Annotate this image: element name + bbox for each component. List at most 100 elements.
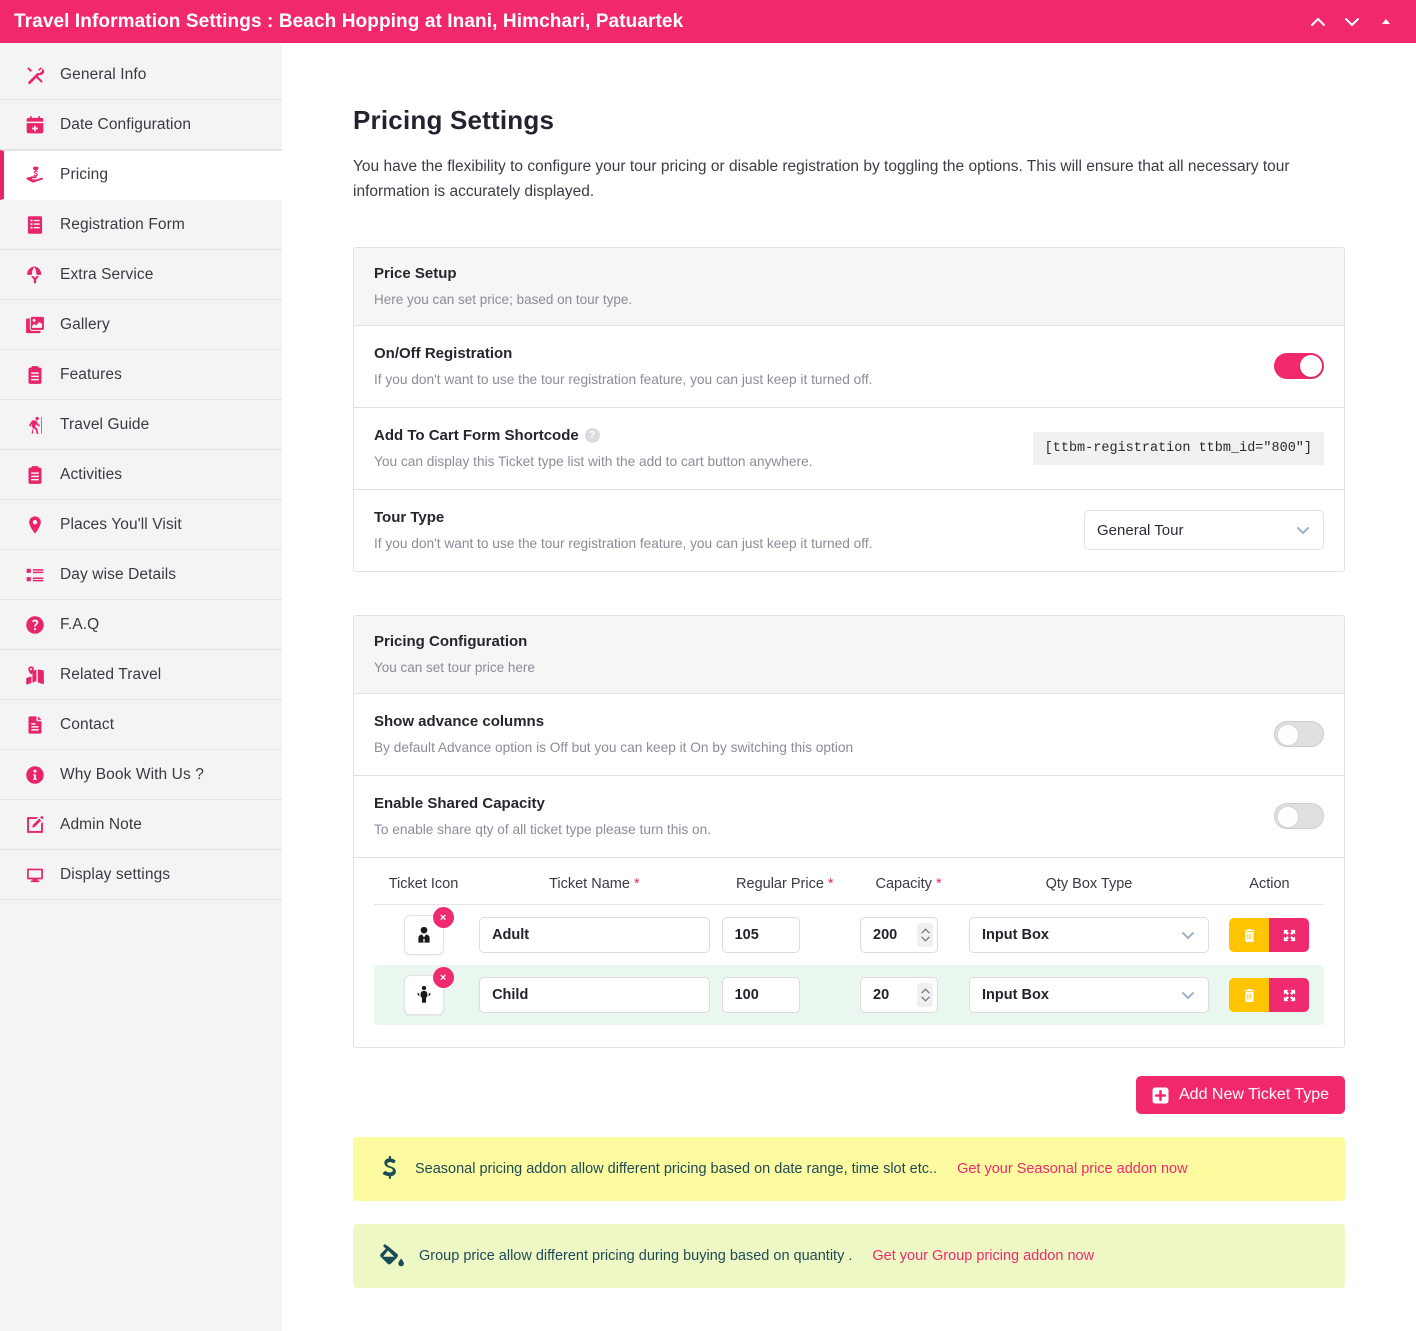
sidebar-item-contact[interactable]: Contact: [0, 700, 282, 750]
regular-price-input[interactable]: [721, 917, 800, 954]
caret-up-icon[interactable]: [1376, 12, 1396, 32]
chevron-down-icon[interactable]: [1342, 12, 1362, 32]
settings-sidebar: General Info Date Configuration Pricing Reg…: [0, 43, 282, 1331]
page-title: Pricing Settings: [353, 105, 555, 135]
add-new-ticket-type-label: Add New Ticket Type: [1179, 1086, 1329, 1104]
sidebar-item-features[interactable]: Features: [0, 350, 282, 400]
sidebar-item-admin-note[interactable]: Admin Note: [0, 800, 282, 850]
advance-columns-description: By default Advance option is Off but you…: [374, 740, 854, 756]
column-header-label: Action: [1249, 876, 1290, 893]
sidebar-item-date-configuration[interactable]: Date Configuration: [0, 100, 282, 150]
price-setup-card: Price Setup Here you can set price; base…: [353, 247, 1345, 573]
chevron-down-icon: [1180, 987, 1196, 1003]
column-header-ticket-name: Ticket Name *: [473, 866, 716, 906]
hiking-icon: [24, 414, 46, 436]
chevron-up-icon[interactable]: [1308, 12, 1328, 32]
capacity-cell: [854, 965, 964, 1026]
clipboard-icon: [24, 464, 46, 486]
ticket-name-input[interactable]: [479, 977, 710, 1014]
sidebar-item-display-settings[interactable]: Display settings: [0, 850, 282, 900]
capacity-spinner[interactable]: [917, 923, 934, 948]
remove-icon-badge[interactable]: ×: [432, 967, 454, 989]
sidebar-item-label: Admin Note: [60, 815, 142, 833]
sidebar-item-label: Related Travel: [60, 665, 162, 683]
action-cell: [1214, 965, 1324, 1026]
sidebar-item-places-you-ll-visit[interactable]: Places You'll Visit: [0, 500, 282, 550]
ticket-types-table-wrapper: Ticket Icon Ticket Name * Regular Price * C…: [354, 858, 1344, 1047]
sidebar-item-day-wise-details[interactable]: Day wise Details: [0, 550, 282, 600]
question-circle-icon[interactable]: ?: [584, 428, 600, 444]
sidebar-item-label: Places You'll Visit: [60, 515, 182, 533]
pricing-configuration-header: Pricing Configuration You can set tour p…: [354, 616, 1344, 695]
registration-description: If you don't want to use the tour regist…: [374, 372, 873, 388]
addon-notice-link[interactable]: Get your Group pricing addon now: [872, 1248, 1094, 1264]
tools-icon: [24, 64, 46, 86]
sidebar-item-pricing[interactable]: Pricing: [0, 150, 282, 200]
child-icon: [414, 985, 434, 1005]
question-circle-icon: [24, 614, 46, 636]
shortcode-value[interactable]: [ttbm-registration ttbm_id="800"]: [1032, 431, 1324, 465]
table-row: × Input Box: [374, 965, 1324, 1026]
tour-type-label: Tour Type: [374, 509, 445, 527]
sidebar-item-travel-guide[interactable]: Travel Guide: [0, 400, 282, 450]
clipboard-icon: [24, 364, 46, 386]
shared-capacity-toggle[interactable]: [1274, 803, 1324, 830]
capacity-cell: [854, 905, 963, 966]
delete-ticket-button[interactable]: [1229, 978, 1270, 1013]
ticket-name-input[interactable]: [479, 917, 710, 954]
required-marker: *: [827, 876, 834, 893]
expand-ticket-button[interactable]: [1269, 978, 1310, 1013]
sidebar-item-f-a-q[interactable]: F.A.Q: [0, 600, 282, 650]
ticket-icon-picker[interactable]: ×: [403, 967, 454, 1016]
sidebar-item-label: Extra Service: [60, 265, 154, 283]
qty-box-type-value: Input Box: [982, 987, 1049, 1004]
ticket-icon-picker[interactable]: ×: [403, 907, 454, 956]
price-setup-subtitle: Here you can set price; based on tour ty…: [374, 292, 633, 308]
qty-box-type-select[interactable]: Input Box: [969, 977, 1209, 1014]
sidebar-item-registration-form[interactable]: Registration Form: [0, 200, 282, 250]
calendar-plus-icon: [24, 114, 46, 136]
column-header-label: Ticket Icon: [388, 876, 459, 893]
map-marked-icon: [24, 664, 46, 686]
sidebar-item-label: Display settings: [60, 865, 171, 883]
sidebar-item-label: Features: [60, 365, 122, 383]
price-setup-header: Price Setup Here you can set price; base…: [354, 248, 1344, 327]
regular-price-cell: [715, 965, 855, 1026]
qty-box-type-cell: Input Box: [963, 905, 1215, 966]
delete-ticket-button[interactable]: [1229, 918, 1270, 953]
remove-icon-badge[interactable]: ×: [432, 907, 454, 929]
sidebar-item-general-info[interactable]: General Info: [0, 50, 282, 100]
tour-type-row: Tour Type If you don't want to use the t…: [354, 490, 1344, 571]
column-header-label: Ticket Name: [549, 876, 630, 893]
page-description: You have the flexibility to configure yo…: [353, 158, 1290, 201]
ticket-types-table: Ticket Icon Ticket Name * Regular Price * C…: [374, 866, 1324, 1026]
regular-price-cell: [716, 905, 854, 966]
table-body: × Input Box × Input Box: [374, 905, 1324, 1026]
table-header-row: Ticket Icon Ticket Name * Regular Price * C…: [374, 866, 1324, 906]
required-marker: *: [935, 876, 942, 893]
add-ticket-row: Add New Ticket Type: [353, 1076, 1345, 1115]
form-list-icon: [24, 214, 46, 236]
regular-price-input[interactable]: [721, 977, 800, 1014]
sidebar-item-label: Pricing: [60, 166, 109, 183]
capacity-spinner[interactable]: [917, 983, 934, 1008]
sidebar-item-extra-service[interactable]: Extra Service: [0, 250, 282, 300]
registration-toggle[interactable]: [1274, 353, 1324, 380]
sidebar-item-activities[interactable]: Activities: [0, 450, 282, 500]
advance-columns-toggle[interactable]: [1274, 721, 1324, 748]
chevron-down-icon: [1295, 522, 1311, 538]
sidebar-item-why-book-with-us[interactable]: Why Book With Us ?: [0, 750, 282, 800]
addon-notice-link[interactable]: Get your Seasonal price addon now: [957, 1161, 1188, 1177]
sidebar-item-gallery[interactable]: Gallery: [0, 300, 282, 350]
qty-box-type-select[interactable]: Input Box: [969, 917, 1209, 954]
list-icon: [24, 564, 46, 586]
shortcode-label-text: Add To Cart Form Shortcode: [374, 427, 579, 445]
tour-type-select[interactable]: General Tour: [1084, 510, 1324, 551]
dollar-sign-icon: [379, 1156, 401, 1182]
tour-type-description: If you don't want to use the tour regist…: [374, 536, 873, 552]
add-new-ticket-type-button[interactable]: Add New Ticket Type: [1136, 1076, 1345, 1115]
addon-notice-text: Group price allow different pricing duri…: [419, 1248, 853, 1265]
column-header-regular-price: Regular Price *: [715, 866, 855, 906]
expand-ticket-button[interactable]: [1269, 918, 1310, 953]
sidebar-item-related-travel[interactable]: Related Travel: [0, 650, 282, 700]
